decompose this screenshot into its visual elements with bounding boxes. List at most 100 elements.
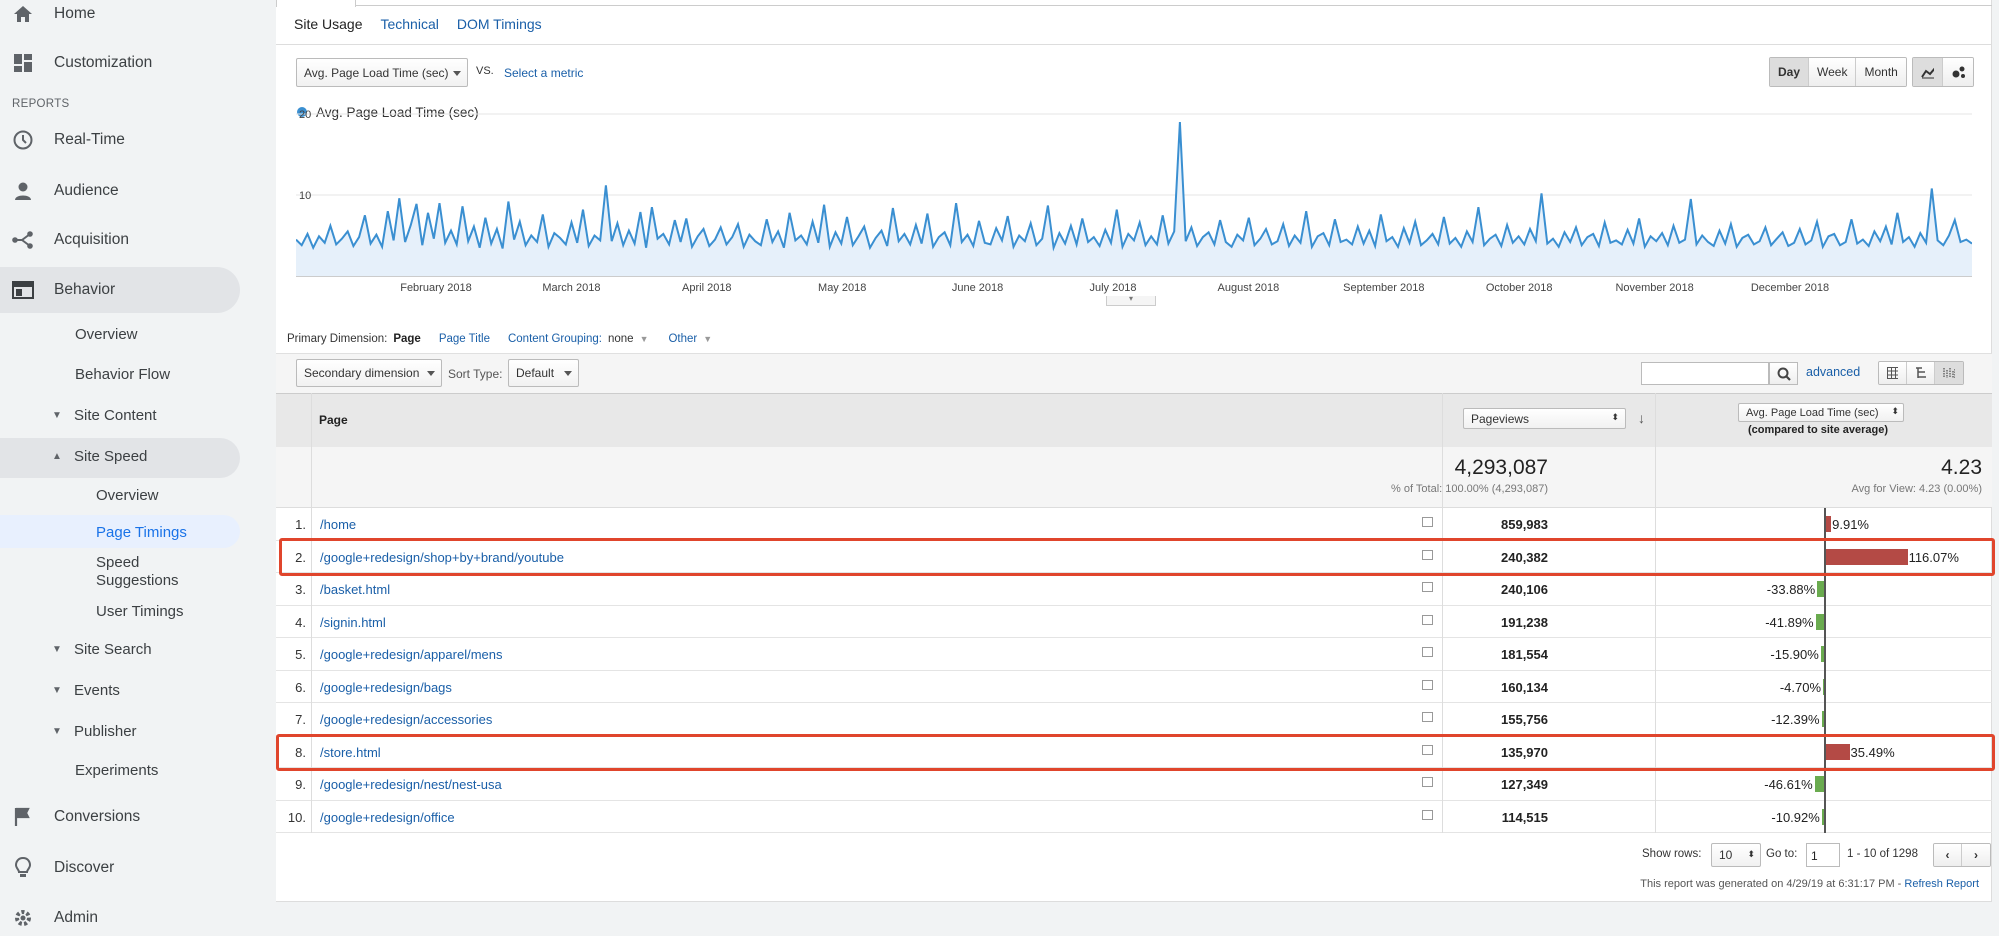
nav-behavior-flow[interactable]: Behavior Flow bbox=[75, 359, 170, 389]
delta-percent: -10.92% bbox=[1771, 809, 1820, 825]
pageviews-value: 127,349 bbox=[1501, 777, 1548, 792]
page-link[interactable]: /google+redesign/accessories bbox=[320, 712, 492, 727]
page-link[interactable]: /basket.html bbox=[320, 582, 390, 597]
grid-view-icon[interactable] bbox=[1879, 362, 1907, 384]
dimension-bar: Primary Dimension: Page Page Title Conte… bbox=[287, 333, 712, 345]
goto-input[interactable]: 1 bbox=[1806, 843, 1840, 867]
acquisition-icon bbox=[12, 229, 34, 251]
chevron-down-icon bbox=[564, 371, 572, 376]
page-link[interactable]: /google+redesign/office bbox=[320, 810, 455, 825]
nav-publisher-label: Publisher bbox=[74, 722, 137, 740]
nav-customization[interactable]: Customization bbox=[0, 40, 240, 86]
nav-acquisition-label: Acquisition bbox=[54, 231, 129, 248]
advanced-link[interactable]: advanced bbox=[1806, 365, 1860, 379]
nav-experiments[interactable]: Experiments bbox=[75, 755, 158, 785]
page-link[interactable]: /signin.html bbox=[320, 615, 386, 630]
nav-publisher[interactable]: ▼ Publisher bbox=[52, 716, 137, 746]
page-link[interactable]: /google+redesign/bags bbox=[320, 680, 452, 695]
nav-conversions[interactable]: Conversions bbox=[0, 794, 240, 840]
home-icon bbox=[12, 3, 34, 25]
subtabs: Site Usage Technical DOM Timings bbox=[294, 16, 542, 32]
page-link[interactable]: /google+redesign/apparel/mens bbox=[320, 647, 503, 662]
flag-icon bbox=[12, 806, 34, 828]
nav-user-timings[interactable]: User Timings bbox=[96, 596, 184, 626]
metric-select-value: Avg. Page Load Time (sec) bbox=[304, 65, 449, 80]
day-button[interactable]: Day bbox=[1770, 58, 1810, 86]
row-number: 7. bbox=[295, 712, 306, 727]
tree-view-icon[interactable] bbox=[1907, 362, 1935, 384]
secondary-dimension-select[interactable]: Secondary dimension bbox=[296, 359, 442, 387]
row-number: 9. bbox=[295, 777, 306, 792]
nav-audience[interactable]: Audience bbox=[0, 168, 240, 214]
nav-discover[interactable]: Discover bbox=[0, 845, 240, 891]
chart-collapse-handle[interactable]: ▾ bbox=[1106, 295, 1156, 306]
tab-dom-timings[interactable]: DOM Timings bbox=[457, 16, 542, 32]
nav-site-speed-overview[interactable]: Overview bbox=[96, 480, 159, 510]
row-number: 10. bbox=[287, 809, 306, 825]
week-button[interactable]: Week bbox=[1809, 58, 1857, 86]
nav-acquisition[interactable]: Acquisition bbox=[0, 217, 240, 263]
nav-events-label: Events bbox=[74, 681, 120, 699]
pageviews-column-select[interactable]: Pageviews ⬍ bbox=[1463, 408, 1626, 429]
pager-buttons: ‹ › bbox=[1933, 843, 1991, 867]
x-tick-label: June 2018 bbox=[952, 282, 1003, 294]
x-tick-label: May 2018 bbox=[818, 282, 866, 294]
show-rows-value: 10 bbox=[1719, 848, 1733, 862]
table-search-input[interactable] bbox=[1641, 362, 1769, 385]
nav-site-speed[interactable]: ▲ Site Speed bbox=[52, 441, 147, 471]
dimension-page-title[interactable]: Page Title bbox=[439, 333, 490, 345]
sort-type-select[interactable]: Default bbox=[508, 359, 579, 387]
sort-type-label: Sort Type: bbox=[448, 367, 503, 381]
pageviews-value: 859,983 bbox=[1501, 517, 1548, 532]
page-link[interactable]: /google+redesign/nest/nest-usa bbox=[320, 777, 502, 792]
refresh-report-link[interactable]: Refresh Report bbox=[1904, 878, 1979, 890]
pageviews-value: 191,238 bbox=[1501, 614, 1548, 630]
motion-chart-icon[interactable] bbox=[1943, 58, 1973, 86]
month-button[interactable]: Month bbox=[1856, 58, 1906, 86]
nav-speed-suggestions[interactable]: Speed bbox=[96, 552, 139, 572]
caret-up-icon: ▲ bbox=[52, 450, 62, 462]
top-tab-active[interactable] bbox=[276, 0, 356, 7]
show-rows-select[interactable]: 10 ⬍ bbox=[1711, 843, 1761, 867]
line-chart: February 2018 March 2018 April 2018 May 201… bbox=[296, 109, 1972, 294]
tab-site-usage[interactable]: Site Usage bbox=[294, 16, 362, 32]
dimension-other[interactable]: Other bbox=[668, 333, 697, 345]
sort-desc-arrow-icon[interactable]: ↓ bbox=[1638, 410, 1645, 426]
chevron-down-icon: ▼ bbox=[703, 334, 713, 344]
search-button[interactable] bbox=[1769, 362, 1798, 385]
nav-realtime[interactable]: Real-Time bbox=[0, 117, 240, 163]
x-tick-label: March 2018 bbox=[542, 282, 600, 294]
nav-behavior[interactable]: Behavior bbox=[0, 267, 240, 313]
nav-site-content[interactable]: ▼ Site Content bbox=[52, 400, 157, 430]
nav-events[interactable]: ▼ Events bbox=[52, 675, 120, 705]
select-metric-link[interactable]: Select a metric bbox=[504, 66, 583, 80]
nav-home[interactable]: Home bbox=[0, 0, 240, 37]
tab-technical[interactable]: Technical bbox=[380, 16, 438, 32]
total-metric-sub: Avg for View: 4.23 (0.00%) bbox=[1851, 483, 1982, 495]
content-grouping-value[interactable]: none bbox=[608, 333, 634, 345]
content-grouping-label[interactable]: Content Grouping: bbox=[508, 333, 602, 345]
nav-page-timings[interactable]: Page Timings bbox=[96, 517, 187, 547]
dimension-page[interactable]: Page bbox=[393, 333, 421, 345]
secondary-dimension-value: Secondary dimension bbox=[304, 366, 420, 380]
nav-speed-suggestions-2[interactable]: Suggestions bbox=[96, 570, 179, 590]
comparison-view-icon[interactable] bbox=[1935, 362, 1963, 384]
page-link[interactable]: /home bbox=[320, 517, 356, 532]
chevron-right-icon[interactable]: › bbox=[1962, 844, 1990, 866]
line-chart-icon[interactable] bbox=[1913, 58, 1943, 86]
metric-column-select[interactable]: Avg. Page Load Time (sec) ⬍ bbox=[1738, 403, 1904, 422]
highlight-box-row-8 bbox=[276, 734, 1995, 771]
nav-site-search[interactable]: ▼ Site Search bbox=[52, 634, 152, 664]
sort-type-value: Default bbox=[516, 366, 555, 380]
nav-admin[interactable]: Admin bbox=[0, 895, 240, 941]
main-area: Site Usage Technical DOM Timings Avg. Pa… bbox=[276, 0, 1999, 936]
column-header-page[interactable]: Page bbox=[319, 413, 348, 427]
updown-icon: ⬍ bbox=[1611, 412, 1619, 422]
x-tick-label: September 2018 bbox=[1343, 282, 1424, 294]
delta-percent: -4.70% bbox=[1779, 679, 1822, 695]
chevron-left-icon[interactable]: ‹ bbox=[1934, 844, 1962, 866]
nav-behavior-overview[interactable]: Overview bbox=[75, 319, 138, 349]
nav-speed-suggestions-label-1: Speed bbox=[96, 553, 140, 571]
x-tick-label: October 2018 bbox=[1486, 282, 1553, 294]
metric-select[interactable]: Avg. Page Load Time (sec) bbox=[296, 58, 468, 87]
